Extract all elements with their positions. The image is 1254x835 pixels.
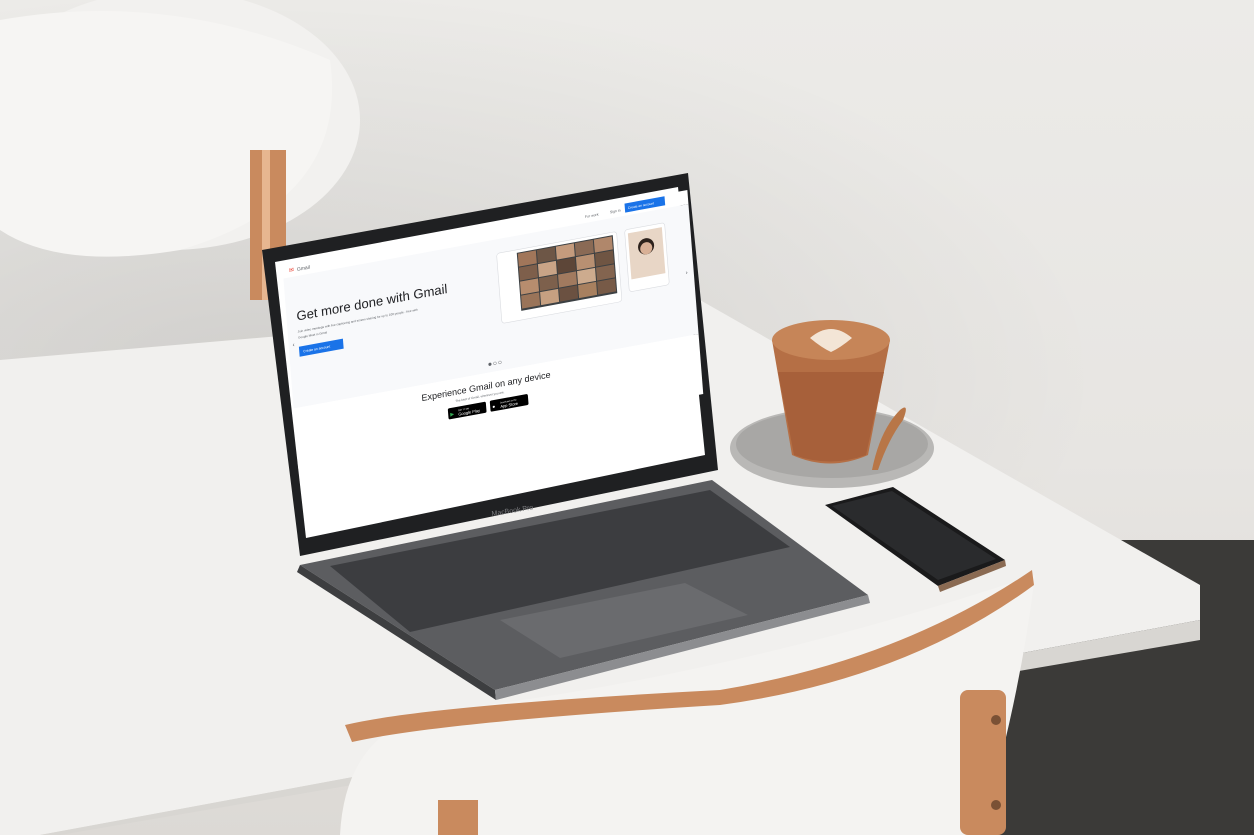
apple-icon: ●: [492, 404, 495, 410]
gmail-logo-icon: ✉: [289, 268, 294, 275]
chair-front-leg: [960, 690, 1006, 835]
chair-screw-2: [991, 800, 1001, 810]
google-play-icon: ▶: [450, 412, 454, 419]
chair-screw: [991, 715, 1001, 725]
photo-scene: MacBook Pro ✉ Gmail For work Sign in Cre…: [0, 0, 1254, 835]
chair-front-leg-2: [438, 800, 478, 835]
scene-drawing: MacBook Pro ✉ Gmail For work Sign in Cre…: [0, 0, 1200, 835]
